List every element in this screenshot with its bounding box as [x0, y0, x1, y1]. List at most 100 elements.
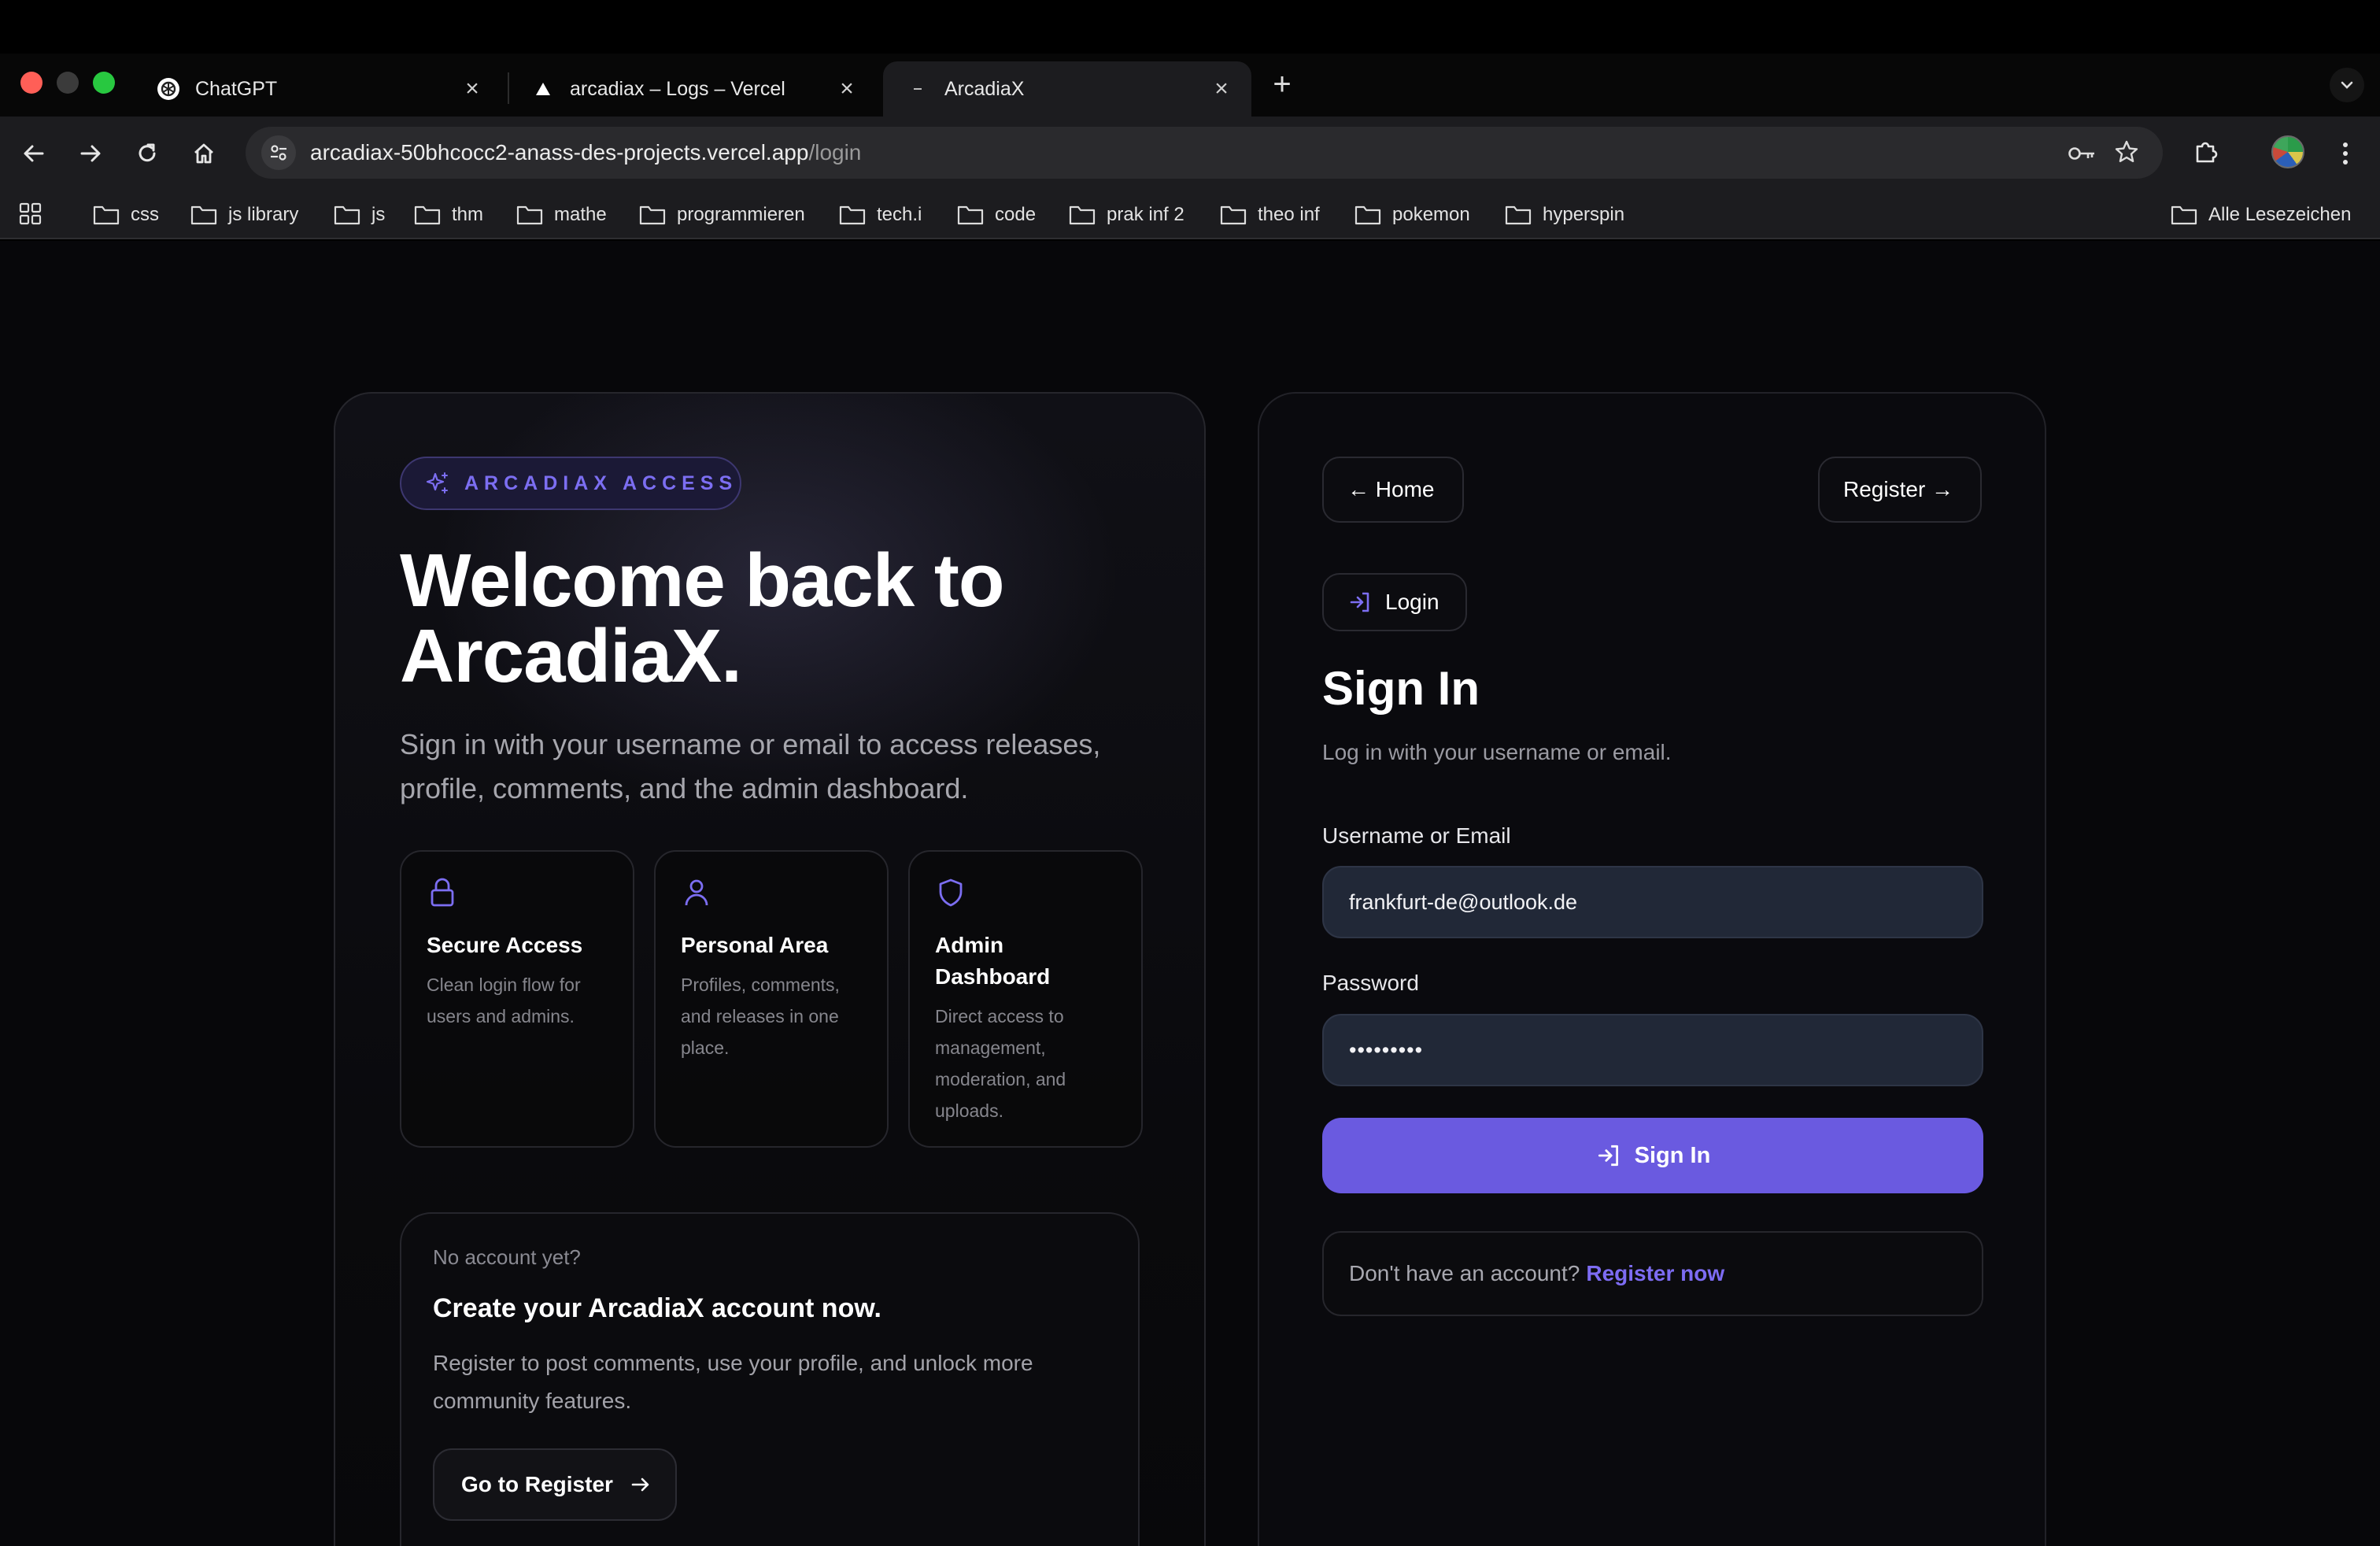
shield-icon: [939, 878, 963, 907]
folder-icon: [414, 205, 441, 225]
folder-icon: [1354, 205, 1381, 225]
arrow-right-icon: [80, 145, 101, 162]
bookmark-mathe[interactable]: mathe: [516, 202, 607, 228]
hero-title-line-2: ArcadiaX.: [400, 614, 742, 698]
feature-text: Direct access to management, moderation,…: [935, 1006, 1066, 1121]
sign-in-panel: ← Home Register → Login Sign In Log in w…: [1258, 392, 2046, 1546]
bookmark-label: code: [995, 204, 1037, 225]
no-account-box: Don't have an account? Register now: [1322, 1231, 1983, 1316]
feature-card-admin-dashboard: Admin Dashboard Direct access to managem…: [908, 850, 1143, 1148]
profile-avatar[interactable]: [2271, 135, 2304, 168]
close-icon[interactable]: ×: [1207, 75, 1236, 103]
minimize-window-button[interactable]: [57, 72, 79, 94]
bookmark-label: tech.i: [877, 204, 922, 225]
bookmark-thm[interactable]: thm: [414, 202, 483, 228]
go-to-register-button[interactable]: Go to Register: [433, 1448, 677, 1521]
bookmark-code[interactable]: code: [957, 202, 1036, 228]
folder-icon: [957, 205, 984, 225]
back-button[interactable]: [16, 135, 52, 172]
close-window-button[interactable]: [20, 72, 42, 94]
apps-grid-icon[interactable]: [19, 202, 42, 226]
bookmark-prak-inf-2[interactable]: prak inf 2: [1069, 202, 1184, 228]
tab-chatgpt[interactable]: ChatGPT ×: [134, 61, 502, 117]
browser-menu-button[interactable]: [2330, 135, 2361, 172]
folder-icon: [516, 205, 543, 225]
folder-icon: [839, 205, 866, 225]
register-link-button[interactable]: Register →: [1818, 457, 1982, 523]
home-link-label: ← Home: [1347, 477, 1435, 501]
bookmark-css[interactable]: css: [93, 202, 159, 228]
folder-icon: [1505, 205, 1532, 225]
all-bookmarks[interactable]: Alle Lesezeichen: [2171, 202, 2351, 228]
tab-vercel-logs[interactable]: arcadiax – Logs – Vercel ×: [508, 61, 877, 117]
feature-title: Secure Access: [427, 933, 583, 957]
bookmark-label: thm: [452, 204, 484, 225]
site-settings-icon[interactable]: [261, 135, 296, 170]
reload-icon: [139, 143, 156, 162]
bookmark-tech-i[interactable]: tech.i: [839, 202, 922, 228]
bookmark-label: programmieren: [677, 204, 805, 225]
bookmark-label: mathe: [554, 204, 607, 225]
no-account-text: Don't have an account?: [1349, 1261, 1580, 1285]
tab-title: ArcadiaX: [944, 77, 1025, 100]
chevron-down-icon: [2341, 81, 2353, 89]
home-icon: [194, 143, 213, 164]
bookmark-programmieren[interactable]: programmieren: [639, 202, 805, 228]
home-button[interactable]: [186, 135, 222, 172]
window-titlebar: [0, 0, 2380, 54]
address-bar[interactable]: arcadiax-50bhcocc2-anass-des-projects.ve…: [246, 127, 2163, 179]
folder-icon: [1220, 205, 1247, 225]
login-tab-label: Login: [1385, 590, 1439, 614]
sign-in-button[interactable]: Sign In: [1322, 1118, 1983, 1193]
bookmark-label: js: [371, 204, 386, 225]
bookmark-theo-inf[interactable]: theo inf: [1220, 202, 1320, 228]
bookmark-label: js library: [228, 204, 299, 225]
register-eyebrow: No account yet?: [433, 1245, 581, 1269]
sign-in-title: Sign In: [1322, 662, 1480, 715]
feature-title: Admin Dashboard: [935, 933, 1051, 989]
bookmark-label: css: [131, 204, 159, 225]
hero-title: Welcome back to ArcadiaX.: [400, 543, 1108, 694]
page-favicon-icon: [905, 76, 930, 102]
bookmark-js[interactable]: js: [334, 202, 385, 228]
username-email-input[interactable]: frankfurt-de@outlook.de: [1322, 866, 1983, 938]
password-input[interactable]: •••••••••: [1322, 1014, 1983, 1086]
reload-button[interactable]: [129, 135, 165, 172]
feature-card-personal-area: Personal Area Profiles, comments, and re…: [654, 850, 889, 1148]
folder-icon: [334, 205, 360, 225]
bookmark-label: prak inf 2: [1107, 204, 1184, 225]
forward-button[interactable]: [72, 135, 109, 172]
tab-arcadiax[interactable]: ArcadiaX ×: [883, 61, 1251, 117]
bookmark-label: pokemon: [1392, 204, 1470, 225]
go-to-register-label: Go to Register: [461, 1472, 613, 1496]
tab-title: arcadiax – Logs – Vercel: [570, 77, 785, 100]
sign-in-button-label: Sign In: [1634, 1142, 1711, 1168]
bookmark-star-icon[interactable]: [2111, 136, 2142, 168]
close-icon[interactable]: ×: [458, 75, 486, 103]
folder-icon: [639, 205, 666, 225]
sign-in-subtitle: Log in with your username or email.: [1322, 740, 1672, 764]
login-tab[interactable]: Login: [1322, 573, 1467, 631]
password-key-icon[interactable]: [2067, 138, 2098, 169]
close-icon[interactable]: ×: [833, 75, 861, 103]
password-label: Password: [1322, 971, 1419, 995]
register-promo-card: No account yet? Create your ArcadiaX acc…: [400, 1212, 1140, 1546]
hero-subtitle: Sign in with your username or email to a…: [400, 728, 1101, 804]
log-in-icon: [1598, 1145, 1618, 1167]
arrow-right-icon: [631, 1478, 649, 1492]
bookmark-pokemon[interactable]: pokemon: [1354, 202, 1470, 228]
tab-search-button[interactable]: [2330, 68, 2364, 102]
hero-title-line-1: Welcome back to: [400, 538, 1004, 623]
vercel-triangle-icon: [530, 76, 556, 102]
extensions-button[interactable]: [2188, 134, 2224, 170]
bookmark-js-library[interactable]: js library: [190, 202, 298, 228]
feature-title: Personal Area: [681, 933, 829, 957]
feature-card-secure-access: Secure Access Clean login flow for users…: [400, 850, 634, 1148]
maximize-window-button[interactable]: [93, 72, 115, 94]
folder-icon: [190, 205, 217, 225]
home-link-button[interactable]: ← Home: [1322, 457, 1464, 523]
register-now-link[interactable]: Register now: [1586, 1261, 1724, 1286]
new-tab-button[interactable]: +: [1266, 67, 1299, 102]
bookmark-hyperspin[interactable]: hyperspin: [1505, 202, 1624, 228]
bookmark-label: theo inf: [1258, 204, 1320, 225]
